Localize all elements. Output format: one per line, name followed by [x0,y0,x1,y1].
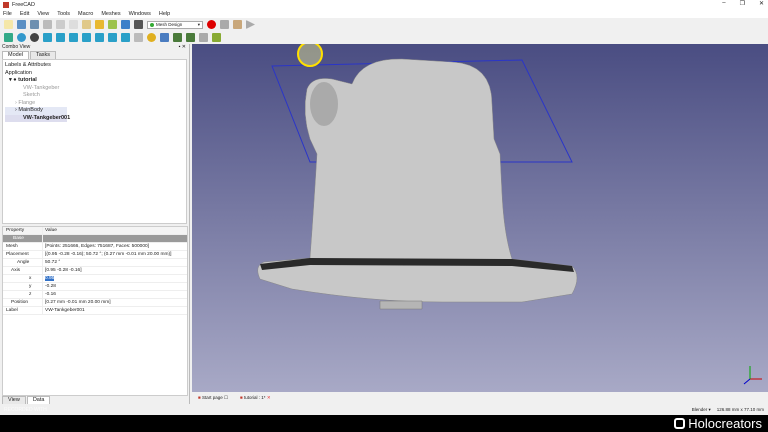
prop-row-angle[interactable]: Angle 50.72 ° [3,259,187,267]
chevron-down-icon: ▾ [197,21,200,27]
tree-item-flange[interactable]: › Flange [5,100,184,108]
prop-row-position[interactable]: Position [0.27 mm -0.01 mm 20.00 mm] [3,299,187,307]
tree-item-vw-tankgeber[interactable]: VW-Tankgeber [5,85,184,93]
fit-selection-icon[interactable] [17,33,26,42]
prop-row-placement[interactable]: Placement [(0.95 -0.28 -0.16); 50.72 °; (… [3,251,187,259]
analyze-icon[interactable] [212,33,221,42]
holocreators-icon [674,418,686,429]
freecad-logo-icon [3,1,9,8]
close-tab-icon[interactable]: ✕ [267,395,271,400]
model-tree: Labels & Attributes Application ▾ ● tuto… [2,59,187,224]
prop-row-z[interactable]: z -0.16 [3,291,187,299]
paste-icon[interactable] [82,20,91,29]
combo-view: Combo View ▪ ✕ Model Tasks Labels & Attrib… [0,44,190,404]
tab-data[interactable]: Data [26,396,51,404]
status-bar: Blender ▾ 126.88 mm x 77.10 mm [192,404,768,415]
menu-macro[interactable]: Macro [78,11,93,17]
menu-file[interactable]: File [3,11,12,17]
tree-item-sketch[interactable]: Sketch [5,92,184,100]
close-button[interactable]: ✕ [759,0,764,7]
prop-row-x[interactable]: x 0.95 [3,275,187,283]
undo-icon[interactable] [95,20,104,29]
minimize-button[interactable]: – [722,0,725,7]
stop-macro-icon[interactable] [220,20,229,29]
draw-style-icon[interactable] [30,33,39,42]
close-panel-icon[interactable]: ▪ ✕ [179,44,186,51]
toolbar-file: Mesh Design ▾ [0,18,768,31]
export-mesh-icon[interactable] [186,33,195,42]
window-title: FreeCAD [12,1,35,8]
group-icon[interactable] [160,33,169,42]
open-icon[interactable] [17,20,26,29]
tab-tasks[interactable]: Tasks [29,51,57,59]
view-bottom-icon[interactable] [108,33,117,42]
view-isometric-icon[interactable] [43,33,52,42]
cut-icon[interactable] [56,20,65,29]
tree-item-tutorial[interactable]: ▾ ● tutorial [5,77,184,85]
measure-icon[interactable] [134,33,143,42]
view-left-icon[interactable] [121,33,130,42]
menu-tools[interactable]: Tools [57,11,70,17]
value-header: Value [45,228,57,233]
tab-start-page[interactable]: ■ Start page ☐ [198,395,228,401]
document-tabs: ■ Start page ☐ ■ tutorial : 1* ✕ [192,392,768,404]
axis-cross-icon [743,366,762,385]
menu-windows[interactable]: Windows [129,11,151,17]
dimensions-readout: 126.88 mm x 77.10 mm [716,407,764,412]
workbench-icon [150,22,154,27]
holocreators-logo: Holocreators [674,416,762,431]
labels-header: Labels & Attributes [5,62,51,68]
maximize-button[interactable]: ❐ [740,0,745,7]
import-mesh-icon[interactable] [173,33,182,42]
x-input[interactable]: 0.95 [45,276,55,281]
menu-bar: File Edit View Tools Macro Meshes Window… [0,9,768,18]
property-header: Property [3,227,43,234]
edit-macro-icon[interactable] [233,20,242,29]
mesh-side-port [310,82,338,126]
tab-model[interactable]: Model [2,51,29,59]
application-label: Application [5,69,32,76]
tab-tutorial[interactable]: ■ tutorial : 1* ✕ [240,395,271,401]
record-macro-icon[interactable] [207,20,216,29]
tree-item-vw-tankgeber001[interactable]: VW-Tankgeber001 [5,114,70,122]
save-icon[interactable] [30,20,39,29]
workbench-selector[interactable]: Mesh Design ▾ [147,20,203,29]
menu-help[interactable]: Help [159,11,170,17]
tree-item-mainbody[interactable]: › MainBody [5,107,67,115]
menu-edit[interactable]: Edit [20,11,29,17]
mesh-boss [379,300,423,310]
menu-view[interactable]: View [37,11,49,17]
prop-row-mesh[interactable]: Mesh [Points: 251666, Edges: 751687, Face… [3,243,187,251]
toolbar-view [0,31,768,44]
navigation-style[interactable]: Blender ▾ [692,407,711,413]
mesh-tool-icon[interactable] [199,33,208,42]
title-bar: FreeCAD – ❐ ✕ [0,0,768,9]
recorded-with-watermark: RECORDED WITH [4,407,47,413]
new-icon[interactable] [4,20,13,29]
cursor-highlight [297,41,323,67]
fit-all-icon[interactable] [4,33,13,42]
view-rear-icon[interactable] [95,33,104,42]
whats-this-icon[interactable] [134,20,143,29]
print-icon[interactable] [43,20,52,29]
watermark-band [0,415,768,432]
view-top-icon[interactable] [69,33,78,42]
view-front-icon[interactable] [56,33,65,42]
3d-viewport[interactable] [192,41,768,392]
tab-view[interactable]: View [2,396,26,404]
prop-row-y[interactable]: y -0.28 [3,283,187,291]
prop-row-axis[interactable]: Axis [0.95 -0.28 -0.16] [3,267,187,275]
run-macro-icon[interactable] [246,20,255,29]
menu-meshes[interactable]: Meshes [101,11,120,17]
property-editor: Property Value Base Mesh [Points: 251666, … [2,226,188,396]
refresh-icon[interactable] [121,20,130,29]
redo-icon[interactable] [108,20,117,29]
prop-row-label[interactable]: Label VW-Tankgeber001 [3,307,187,315]
group-base: Base [3,235,43,242]
view-right-icon[interactable] [82,33,91,42]
part-icon[interactable] [147,33,156,42]
copy-icon[interactable] [69,20,78,29]
combo-view-title: Combo View [2,44,31,50]
